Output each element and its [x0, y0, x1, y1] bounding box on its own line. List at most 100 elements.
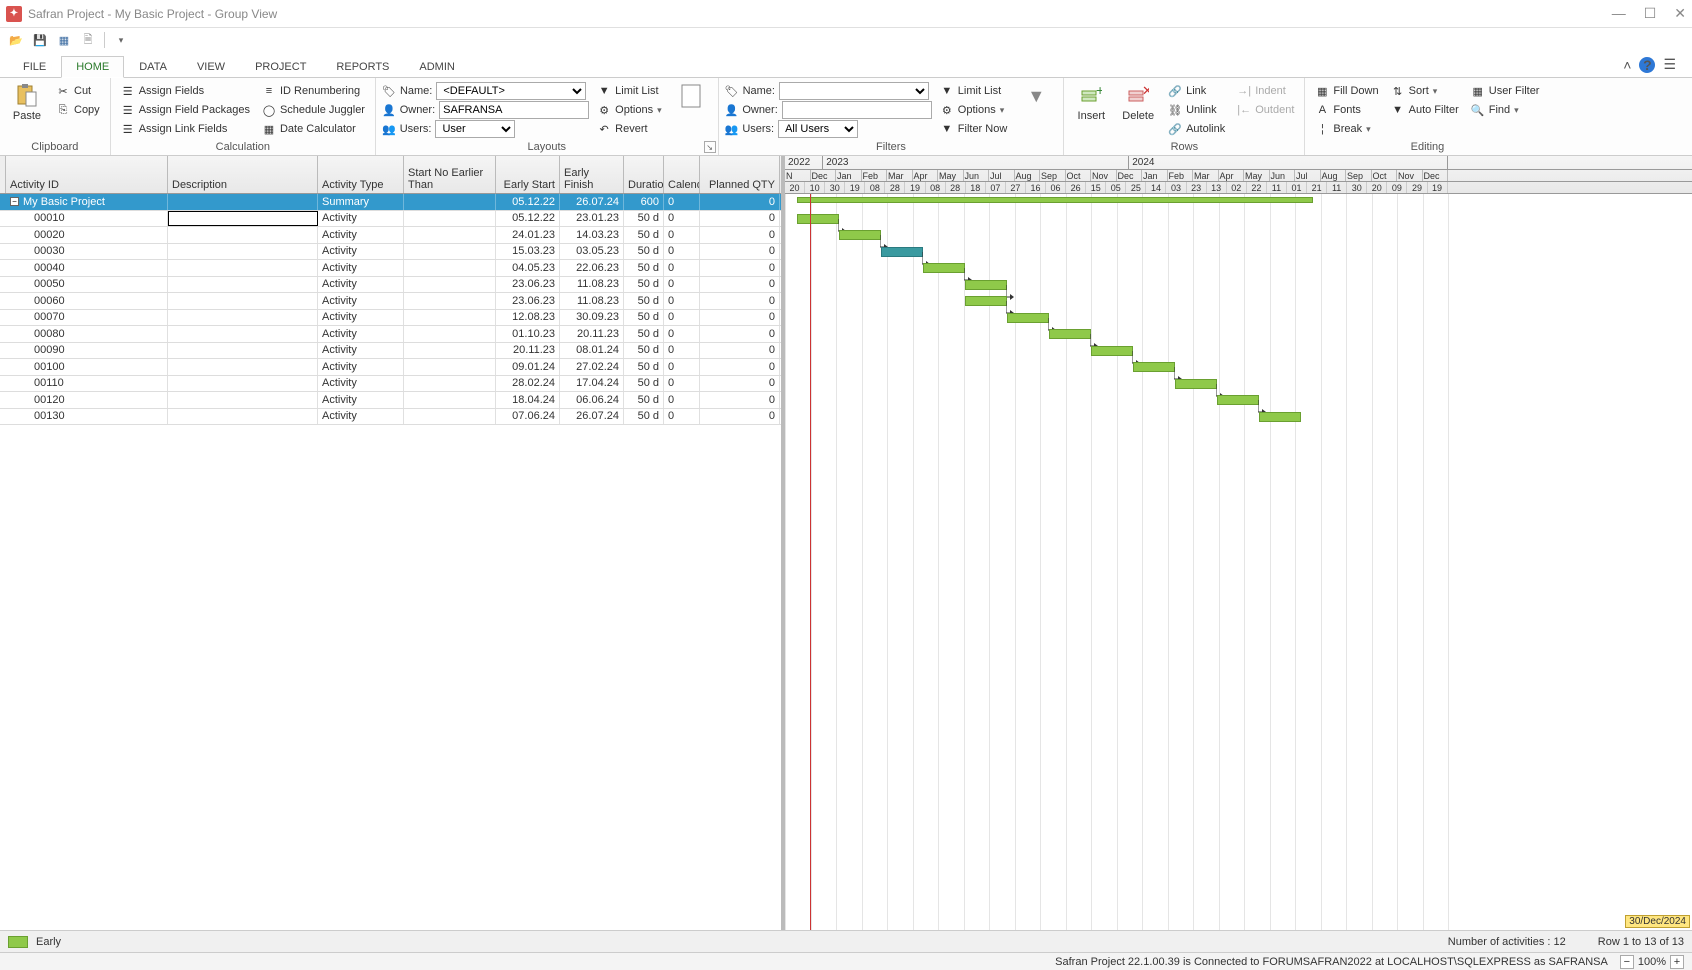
- cell-sne[interactable]: [404, 310, 496, 326]
- cell-type[interactable]: Activity: [318, 359, 404, 375]
- cell-pq[interactable]: 0: [700, 211, 780, 227]
- cell-dur[interactable]: 50 d: [624, 409, 664, 425]
- cell-id[interactable]: 00020: [6, 227, 168, 243]
- break-button[interactable]: ¦Break: [1311, 120, 1382, 138]
- gantt-bar[interactable]: [1007, 313, 1049, 323]
- gantt-bar[interactable]: [1259, 412, 1301, 422]
- autolink-button[interactable]: 🔗Autolink: [1164, 120, 1229, 138]
- cell-type[interactable]: Activity: [318, 227, 404, 243]
- table-row[interactable]: −My Basic ProjectSummary05.12.2226.07.24…: [0, 194, 781, 211]
- auto-filter-button[interactable]: ▼Auto Filter: [1387, 101, 1463, 119]
- table-row[interactable]: 00120Activity18.04.2406.06.2450 d00: [0, 392, 781, 409]
- cell-cal[interactable]: 0: [664, 244, 700, 260]
- cell-dur[interactable]: 50 d: [624, 244, 664, 260]
- fill-down-button[interactable]: ▦Fill Down: [1311, 82, 1382, 100]
- cell-ef[interactable]: 11.08.23: [560, 293, 624, 309]
- help-icon[interactable]: ?: [1639, 57, 1655, 73]
- table-row[interactable]: 00050Activity23.06.2311.08.2350 d00: [0, 277, 781, 294]
- cell-dur[interactable]: 50 d: [624, 227, 664, 243]
- cut-button[interactable]: ✂ Cut: [52, 82, 104, 100]
- maximize-button[interactable]: ☐: [1644, 5, 1657, 22]
- cell-pq[interactable]: 0: [700, 392, 780, 408]
- cell-ef[interactable]: 03.05.23: [560, 244, 624, 260]
- layouts-dialog-launcher[interactable]: ↘: [704, 141, 716, 153]
- cell-id[interactable]: 00120: [6, 392, 168, 408]
- cell-ef[interactable]: 26.07.24: [560, 194, 624, 210]
- sort-button[interactable]: ⇅Sort: [1387, 82, 1463, 100]
- table-row[interactable]: 00010Activity05.12.2223.01.2350 d00: [0, 211, 781, 228]
- table-row[interactable]: 00090Activity20.11.2308.01.2450 d00: [0, 343, 781, 360]
- gantt-bar[interactable]: [1091, 346, 1133, 356]
- cell-ef[interactable]: 30.09.23: [560, 310, 624, 326]
- link-button[interactable]: 🔗Link: [1164, 82, 1229, 100]
- cell-sne[interactable]: [404, 211, 496, 227]
- cell-ef[interactable]: 06.06.24: [560, 392, 624, 408]
- cell-id[interactable]: 00110: [6, 376, 168, 392]
- cell-desc[interactable]: [168, 310, 318, 326]
- cell-desc[interactable]: [168, 194, 318, 210]
- cell-es[interactable]: 15.03.23: [496, 244, 560, 260]
- layout-owner-input[interactable]: [439, 101, 589, 119]
- gantt-body[interactable]: 30/Dec/2024: [785, 194, 1692, 930]
- cell-dur[interactable]: 50 d: [624, 376, 664, 392]
- cell-id[interactable]: 00010: [6, 211, 168, 227]
- cell-ef[interactable]: 23.01.23: [560, 211, 624, 227]
- cell-cal[interactable]: 0: [664, 293, 700, 309]
- cell-id[interactable]: 00060: [6, 293, 168, 309]
- cell-ef[interactable]: 20.11.23: [560, 326, 624, 342]
- table-row[interactable]: 00030Activity15.03.2303.05.2350 d00: [0, 244, 781, 261]
- cell-desc[interactable]: [168, 260, 318, 276]
- gantt-bar[interactable]: [965, 280, 1007, 290]
- cell-dur[interactable]: 50 d: [624, 326, 664, 342]
- cell-type[interactable]: Activity: [318, 277, 404, 293]
- col-header-desc[interactable]: Description: [168, 156, 318, 193]
- table-row[interactable]: 00040Activity04.05.2322.06.2350 d00: [0, 260, 781, 277]
- cell-id[interactable]: 00080: [6, 326, 168, 342]
- copy-button[interactable]: ⎘ Copy: [52, 101, 104, 119]
- col-header-es[interactable]: Early Start: [496, 156, 560, 193]
- cell-pq[interactable]: 0: [700, 244, 780, 260]
- cell-ef[interactable]: 17.04.24: [560, 376, 624, 392]
- cell-dur[interactable]: 50 d: [624, 392, 664, 408]
- cell-dur[interactable]: 50 d: [624, 293, 664, 309]
- cell-cal[interactable]: 0: [664, 359, 700, 375]
- cell-id[interactable]: 00090: [6, 343, 168, 359]
- cell-type[interactable]: Activity: [318, 293, 404, 309]
- table-row[interactable]: 00020Activity24.01.2314.03.2350 d00: [0, 227, 781, 244]
- cell-pq[interactable]: 0: [700, 376, 780, 392]
- cell-desc[interactable]: [168, 359, 318, 375]
- tab-reports[interactable]: REPORTS: [321, 56, 404, 77]
- filter-name-select[interactable]: [779, 82, 929, 100]
- cell-sne[interactable]: [404, 343, 496, 359]
- cell-ef[interactable]: 14.03.23: [560, 227, 624, 243]
- cell-es[interactable]: 05.12.22: [496, 194, 560, 210]
- cell-pq[interactable]: 0: [700, 326, 780, 342]
- cell-cal[interactable]: 0: [664, 211, 700, 227]
- col-header-pq[interactable]: Planned QTY: [700, 156, 780, 193]
- close-button[interactable]: ✕: [1674, 5, 1686, 22]
- user-filter-button[interactable]: ▦User Filter: [1467, 82, 1544, 100]
- zoom-out-button[interactable]: −: [1620, 955, 1634, 969]
- table-row[interactable]: 00100Activity09.01.2427.02.2450 d00: [0, 359, 781, 376]
- cell-id[interactable]: 00050: [6, 277, 168, 293]
- tab-file[interactable]: FILE: [8, 56, 61, 77]
- cell-type[interactable]: Activity: [318, 376, 404, 392]
- layout-users-select[interactable]: User: [435, 120, 515, 138]
- cell-es[interactable]: 23.06.23: [496, 293, 560, 309]
- layout-revert-button[interactable]: ↶Revert: [593, 120, 665, 138]
- cell-pq[interactable]: 0: [700, 359, 780, 375]
- cell-type[interactable]: Activity: [318, 343, 404, 359]
- unlink-button[interactable]: ⛓Unlink: [1164, 101, 1229, 119]
- cell-es[interactable]: 12.08.23: [496, 310, 560, 326]
- cell-es[interactable]: 07.06.24: [496, 409, 560, 425]
- cell-type[interactable]: Activity: [318, 244, 404, 260]
- cell-id[interactable]: 00030: [6, 244, 168, 260]
- cell-cal[interactable]: 0: [664, 392, 700, 408]
- cell-sne[interactable]: [404, 260, 496, 276]
- gantt-bar[interactable]: [965, 296, 1007, 306]
- table-row[interactable]: 00060Activity23.06.2311.08.2350 d00: [0, 293, 781, 310]
- cell-dur[interactable]: 600: [624, 194, 664, 210]
- cell-cal[interactable]: 0: [664, 277, 700, 293]
- cell-desc[interactable]: [168, 227, 318, 243]
- cell-pq[interactable]: 0: [700, 293, 780, 309]
